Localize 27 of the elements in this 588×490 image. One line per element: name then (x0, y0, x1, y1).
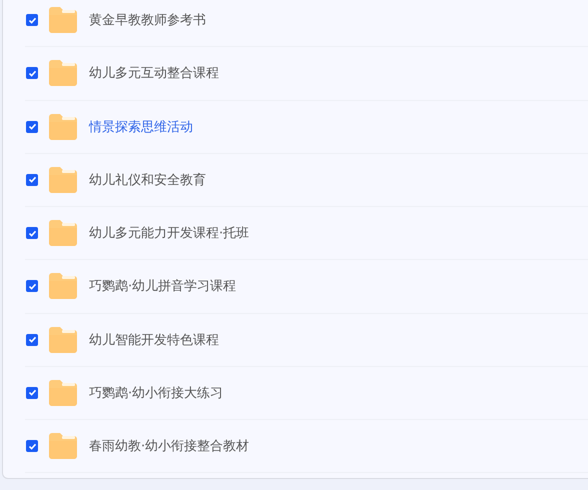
checkbox[interactable] (26, 174, 38, 186)
checkbox[interactable] (26, 386, 38, 399)
folder-name[interactable]: 幼儿智能开发特色课程 (89, 330, 219, 349)
checkbox[interactable] (26, 120, 38, 133)
folder-icon (49, 326, 77, 353)
folder-name[interactable]: 幼儿礼仪和安全教育 (89, 170, 206, 189)
checkbox[interactable] (26, 280, 38, 292)
folder-name[interactable]: 情景探索思维活动 (89, 118, 193, 136)
checkbox[interactable] (26, 14, 38, 26)
folder-icon (49, 114, 77, 140)
checkbox[interactable] (26, 227, 38, 240)
folder-icon (49, 273, 77, 300)
folder-icon (49, 220, 77, 246)
folder-name[interactable]: 巧鹦鹉·幼儿拼音学习课程 (89, 277, 236, 296)
folder-icon (49, 166, 77, 193)
folder-name[interactable]: 春雨幼教·幼小衔接整合教材 (89, 437, 250, 456)
folder-name[interactable]: 幼儿多元能力开发课程·托班 (89, 224, 250, 242)
folder-icon (49, 380, 77, 406)
folder-icon (49, 433, 77, 460)
checkbox[interactable] (26, 334, 38, 346)
folder-icon (49, 7, 77, 34)
checkbox[interactable] (26, 440, 38, 452)
folder-name[interactable]: 黄金早教教师参考书 (89, 11, 206, 30)
folder-icon (49, 60, 77, 86)
folder-name[interactable]: 巧鹦鹉·幼小衔接大练习 (89, 384, 224, 402)
folder-name[interactable]: 幼儿多元互动整合课程 (89, 64, 219, 82)
checkbox[interactable] (26, 67, 38, 80)
